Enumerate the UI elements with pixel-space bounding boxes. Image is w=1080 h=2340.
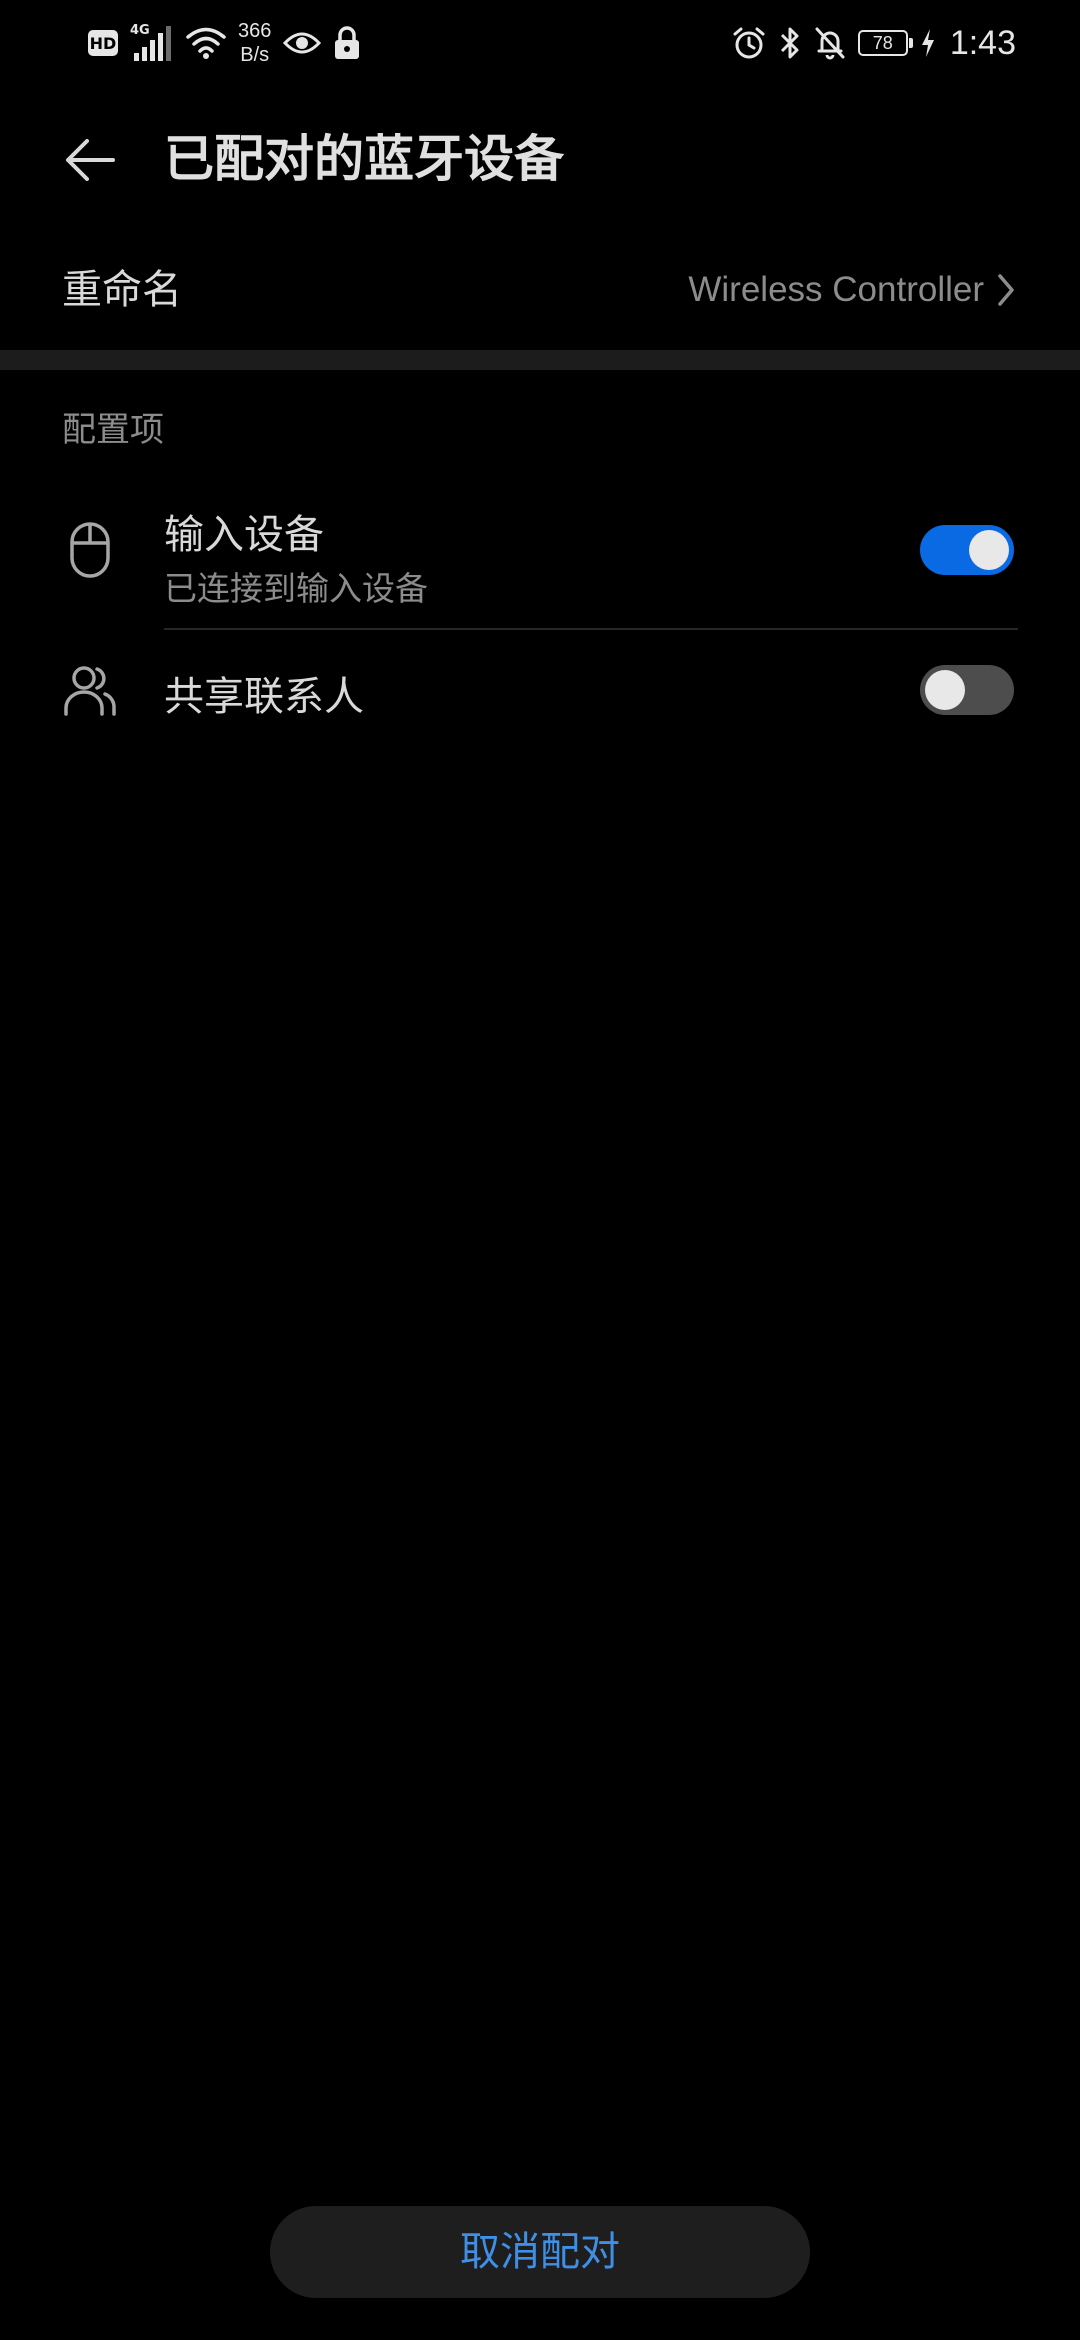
page-header: 已配对的蓝牙设备 — [0, 100, 1080, 218]
list-item-share-contacts[interactable]: 共享联系人 — [0, 640, 1080, 740]
contacts-icon — [62, 660, 118, 720]
lock-icon — [333, 25, 361, 61]
battery-icon: 78 — [857, 30, 913, 56]
unpair-button[interactable]: 取消配对 — [270, 2206, 810, 2298]
rename-label: 重命名 — [62, 267, 182, 313]
arrow-left-icon — [66, 139, 115, 181]
input-device-toggle[interactable] — [920, 525, 1014, 575]
status-bar: HD 4G 366 B/s 78 1:43 — [0, 0, 1080, 86]
rename-value: Wireless Controller — [688, 240, 1016, 340]
list-divider — [164, 628, 1018, 630]
bluetooth-icon — [778, 25, 802, 61]
network-speed-value: 366 — [238, 20, 272, 42]
config-section-header: 配置项 — [62, 410, 164, 450]
section-divider — [0, 350, 1080, 370]
rename-row[interactable]: 重命名 Wireless Controller — [0, 240, 1080, 340]
chevron-right-icon — [998, 274, 1014, 306]
toggle-knob — [925, 670, 965, 710]
share-contacts-toggle[interactable] — [920, 665, 1014, 715]
input-device-title: 输入设备 — [164, 512, 324, 558]
alarm-icon — [732, 26, 766, 60]
charging-icon — [920, 28, 936, 58]
battery-level: 78 — [872, 32, 893, 53]
back-button[interactable] — [50, 122, 130, 198]
list-item-input-device[interactable]: 输入设备 已连接到输入设备 — [0, 490, 1080, 630]
wifi-icon — [186, 26, 226, 60]
eye-comfort-icon — [283, 29, 322, 57]
hd-icon: HD — [88, 30, 118, 56]
share-contacts-title: 共享联系人 — [164, 674, 364, 720]
device-name-value: Wireless Controller — [688, 270, 984, 309]
network-speed-unit: B/s — [240, 44, 270, 66]
toggle-knob — [969, 530, 1009, 570]
mouse-icon — [62, 520, 118, 580]
silent-bell-icon — [814, 26, 846, 60]
status-bar-left: HD 4G 366 B/s — [88, 14, 361, 72]
page-title: 已配对的蓝牙设备 — [164, 130, 564, 188]
network-type-label: 4G — [130, 23, 150, 38]
status-bar-right: 78 1:43 — [732, 14, 1016, 72]
cellular-signal-icon: 4G — [130, 23, 174, 63]
input-device-subtitle: 已连接到输入设备 — [164, 569, 428, 608]
network-speed: 366 B/s — [238, 19, 271, 67]
status-time: 1:43 — [949, 23, 1016, 62]
